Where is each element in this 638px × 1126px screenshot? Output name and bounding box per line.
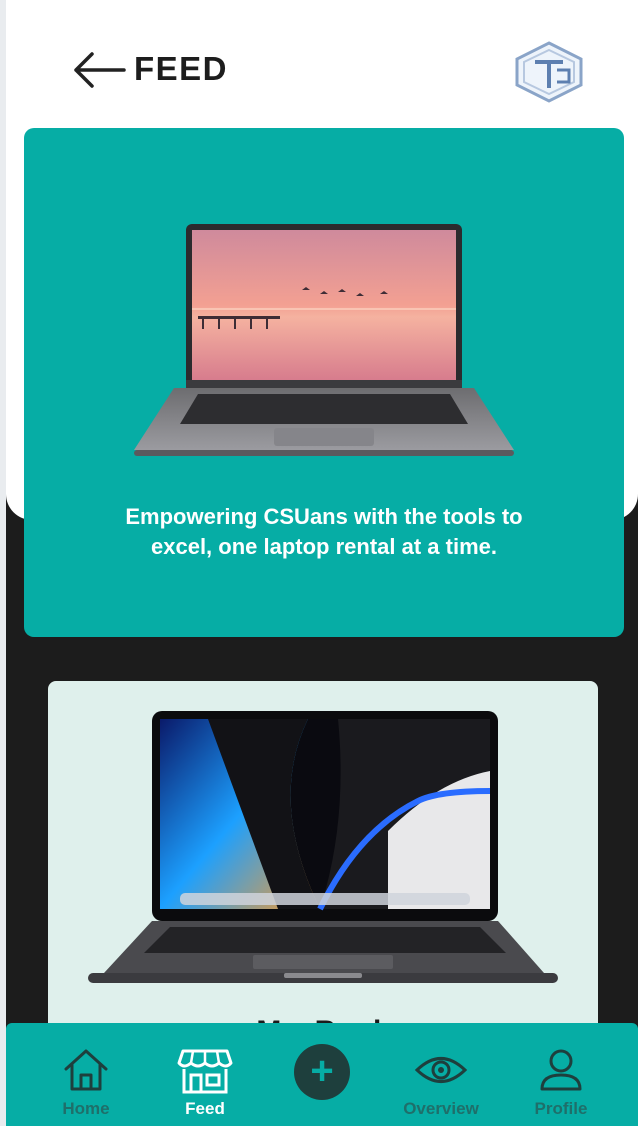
store-icon bbox=[177, 1049, 233, 1094]
add-button[interactable]: + bbox=[294, 1044, 350, 1100]
laptop-sunset-image bbox=[134, 224, 514, 464]
bottom-nav: Home Feed + Overview Profile bbox=[6, 1023, 638, 1126]
nav-item-home[interactable]: Home bbox=[31, 1023, 141, 1126]
hero-card[interactable]: Empowering CSUans with the tools to exce… bbox=[24, 128, 624, 637]
ctu-logo-icon[interactable] bbox=[511, 40, 587, 104]
nav-label-overview: Overview bbox=[403, 1099, 479, 1118]
eye-icon bbox=[414, 1057, 468, 1083]
nav-item-overview[interactable]: Overview bbox=[386, 1023, 496, 1126]
page-title: FEED bbox=[134, 50, 229, 87]
nav-item-profile[interactable]: Profile bbox=[506, 1023, 616, 1126]
app-header: FEED bbox=[6, 0, 638, 128]
plus-icon: + bbox=[310, 1049, 334, 1093]
nav-item-feed[interactable]: Feed bbox=[150, 1023, 260, 1126]
user-icon bbox=[540, 1049, 582, 1091]
arrow-left-icon bbox=[74, 52, 126, 88]
hero-tagline: Empowering CSUans with the tools to exce… bbox=[125, 504, 523, 559]
macbook-pro-image bbox=[88, 711, 558, 1011]
nav-label-home: Home bbox=[62, 1099, 110, 1118]
nav-label-feed: Feed bbox=[185, 1099, 225, 1118]
back-button[interactable] bbox=[68, 48, 128, 92]
home-icon bbox=[64, 1049, 108, 1091]
nav-label-profile: Profile bbox=[534, 1099, 588, 1118]
